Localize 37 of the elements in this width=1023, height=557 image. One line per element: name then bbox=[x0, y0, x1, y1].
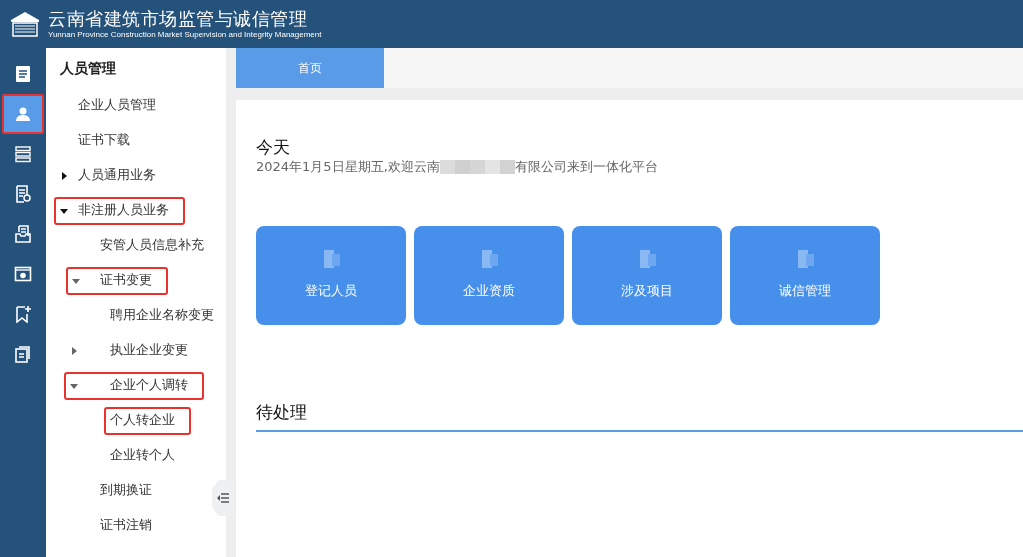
menu-item[interactable]: 聘用企业名称变更 bbox=[104, 301, 230, 330]
welcome-text: 有限公司来到一体化平台 bbox=[514, 158, 658, 176]
caret-down-icon bbox=[72, 276, 80, 285]
pending-heading: 待处理 bbox=[256, 401, 1023, 432]
menu-item[interactable]: 企业个人调转 bbox=[64, 371, 204, 400]
menu-item[interactable]: 到期换证 bbox=[94, 476, 168, 505]
today-heading: 今天 bbox=[256, 136, 291, 158]
list-icon bbox=[14, 145, 32, 163]
copy-icon bbox=[14, 345, 32, 363]
menu-item[interactable]: 执业企业变更 bbox=[64, 336, 204, 365]
menu-item[interactable]: 证书下载 bbox=[72, 126, 146, 155]
sidebar-title: 人员管理 bbox=[59, 60, 117, 78]
menu-item[interactable]: 企业人员管理 bbox=[72, 91, 172, 120]
certificate-icon bbox=[14, 185, 32, 203]
menu-item[interactable]: 非注册人员业务 bbox=[54, 196, 185, 225]
collapse-handle[interactable] bbox=[212, 480, 234, 516]
person-icon bbox=[14, 105, 32, 123]
caret-down-icon bbox=[70, 381, 78, 390]
welcome-text: 2024年1月5日星期五,欢迎云南 bbox=[256, 158, 440, 176]
menu-item[interactable]: 企业转个人 bbox=[104, 441, 191, 470]
collapse-icon bbox=[217, 493, 229, 503]
tray-icon bbox=[14, 225, 32, 243]
caret-down-icon bbox=[60, 206, 68, 215]
bookmark-icon bbox=[14, 305, 32, 323]
document-icon bbox=[14, 65, 32, 83]
site-title: 云南省建筑市场监管与诚信管理 bbox=[48, 8, 308, 30]
nav-rail-button[interactable] bbox=[2, 94, 44, 134]
menu-item[interactable]: 证书注销 bbox=[94, 511, 168, 540]
menu-item[interactable]: 人员通用业务 bbox=[54, 161, 172, 190]
menu-item[interactable]: 安管人员信息补充 bbox=[94, 231, 220, 260]
caret-right-icon bbox=[60, 171, 68, 180]
caret-right-icon bbox=[70, 346, 78, 355]
menu-item[interactable]: 个人转企业 bbox=[104, 406, 191, 435]
menu-item[interactable]: 证书变更 bbox=[66, 266, 168, 295]
site-subtitle: Yunnan Province Construction Market Supervision and Integrity Management bbox=[48, 30, 322, 40]
building-logo-icon bbox=[10, 11, 40, 37]
gear-icon bbox=[14, 265, 32, 283]
